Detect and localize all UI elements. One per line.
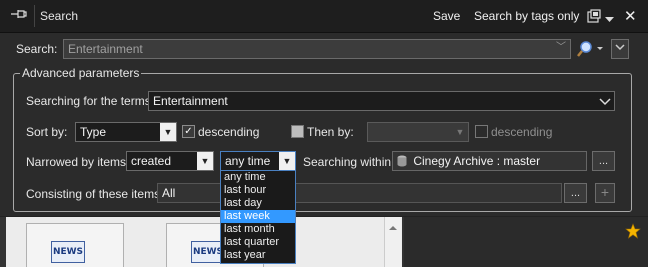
narrowed-select[interactable]: created ▼ [126,151,214,171]
window-title: Search [40,9,79,23]
database-icon [397,155,407,170]
terms-input-value: Entertainment [153,94,228,108]
add-item-button[interactable]: + [595,183,615,203]
descending-checkbox[interactable]: ✓ [182,125,195,138]
then-by-label: Then by: [307,125,354,139]
title-bar: Search Save Search by tags only ✕ [0,0,648,33]
layout-icon[interactable] [587,9,601,23]
pin-icon[interactable] [6,6,32,28]
terms-dropdown-icon[interactable] [599,95,611,109]
layout-dropdown-icon[interactable] [605,12,614,26]
consisting-field-value: All [162,186,176,200]
search-by-tags-button[interactable]: Search by tags only [474,9,579,23]
results-scrollbar[interactable] [384,217,401,267]
sort-select-value: Type [80,125,107,139]
narrowed-label: Narrowed by items: [26,155,130,169]
search-label: Search: [16,42,58,56]
news-icon: NEWS [51,241,85,263]
then-descending-label: descending [491,125,553,139]
time-option-any-time[interactable]: any time [221,171,295,184]
consisting-browse-button[interactable]: ... [564,183,587,203]
search-input[interactable]: Entertainment ﹀ [63,39,571,59]
time-dropdown-icon[interactable]: ▼ [279,152,295,170]
then-descending-checkbox[interactable] [475,125,488,138]
then-by-select[interactable]: ▼ [367,122,469,142]
time-dropdown-list: any time last hour last day last week la… [220,170,296,264]
time-select-value: any time [225,154,271,168]
narrowed-select-value: created [131,154,172,168]
expand-advanced-button[interactable] [611,39,629,59]
preview-panel [404,217,648,267]
close-icon[interactable]: ✕ [624,7,637,25]
within-browse-button[interactable]: ... [592,151,615,171]
sort-dropdown-icon[interactable]: ▼ [160,123,176,141]
scroll-up-icon [389,226,397,230]
search-input-value: Entertainment [68,42,143,56]
result-card[interactable]: NEWS [26,223,124,267]
then-by-dropdown-icon[interactable]: ▼ [452,123,468,141]
within-label: Searching within: [303,155,395,169]
within-field: Cinegy Archive : master [392,151,587,171]
descending-label: descending [198,125,260,139]
search-history-chevron-icon[interactable]: ﹀ [556,41,566,55]
time-option-last-day[interactable]: last day [221,197,295,210]
within-field-value: Cinegy Archive : master [413,154,541,168]
time-option-last-hour[interactable]: last hour [221,184,295,197]
then-by-checkbox[interactable] [291,125,304,138]
time-select[interactable]: any time ▼ [220,151,296,171]
narrowed-dropdown-icon[interactable]: ▼ [197,152,213,170]
save-button[interactable]: Save [433,9,460,23]
consisting-field: All [157,183,562,203]
advanced-parameters-label: Advanced parameters [20,66,142,80]
star-icon[interactable] [625,223,641,239]
terms-input[interactable]: Entertainment [148,91,615,111]
sort-select[interactable]: Type ▼ [75,122,177,142]
time-option-last-month[interactable]: last month [221,223,295,236]
sort-label: Sort by: [26,125,68,139]
time-option-last-week[interactable]: last week [221,210,295,223]
title-divider [34,5,35,27]
search-icon[interactable] [573,39,605,59]
time-option-last-quarter[interactable]: last quarter [221,236,295,249]
terms-label: Searching for the terms: [26,94,155,108]
time-option-last-year[interactable]: last year [221,249,295,262]
consisting-label: Consisting of these items: [26,187,164,201]
